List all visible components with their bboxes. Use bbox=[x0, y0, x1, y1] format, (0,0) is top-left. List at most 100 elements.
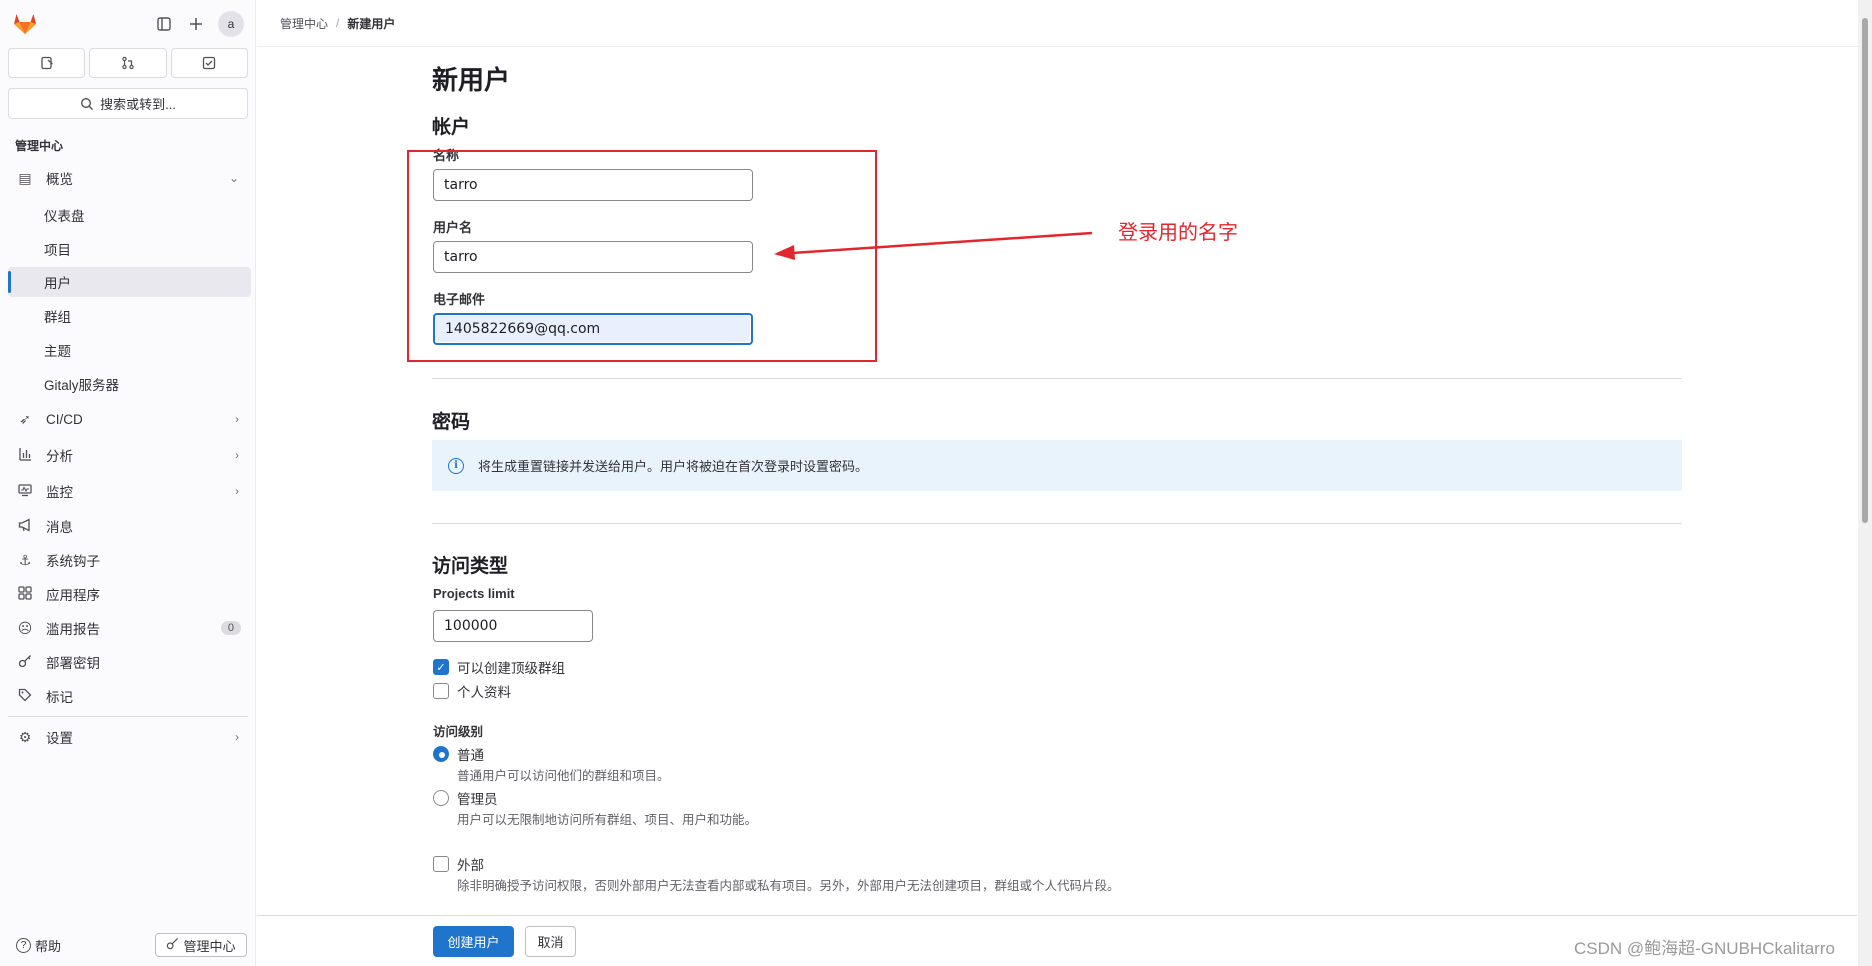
sidebar-item-deploy-keys[interactable]: 部署密钥 bbox=[8, 646, 251, 678]
sidebar-item-label: 分析 bbox=[46, 449, 73, 464]
projects-limit-label: Projects limit bbox=[433, 586, 515, 601]
sidebar-item-system-hooks[interactable]: ⚓ 系统钩子 bbox=[8, 544, 251, 576]
breadcrumb: 管理中心 / 新建用户 bbox=[257, 0, 1872, 47]
overview-icon: ▤ bbox=[18, 169, 32, 186]
sidebar-item-label: 部署密钥 bbox=[46, 656, 100, 671]
sidebar-item-cicd[interactable]: ➶ CI/CD › bbox=[8, 403, 251, 435]
megaphone-icon bbox=[16, 517, 34, 535]
todos-button[interactable] bbox=[170, 48, 248, 78]
external-checkbox[interactable]: 外部 bbox=[433, 854, 484, 874]
checkbox-unchecked-icon bbox=[433, 683, 449, 699]
sidebar-item-label: 应用程序 bbox=[46, 588, 100, 603]
sidebar-item-labels[interactable]: 标记 bbox=[8, 680, 251, 712]
radio-label: 普通 bbox=[457, 748, 484, 763]
sidebar-quick-actions bbox=[8, 48, 248, 78]
scrollbar-thumb[interactable] bbox=[1862, 18, 1868, 523]
access-level-label: 访问级别 bbox=[433, 725, 484, 739]
section-divider bbox=[432, 378, 1682, 379]
radio-label: 管理员 bbox=[457, 792, 498, 807]
sidebar-item-label: 主题 bbox=[44, 344, 71, 359]
chevron-right-icon: › bbox=[235, 448, 239, 462]
help-label: 帮助 bbox=[35, 939, 62, 954]
checkbox-checked-icon: ✓ bbox=[433, 659, 449, 675]
password-section-title: 密码 bbox=[432, 412, 471, 433]
sidebar-item-label: 群组 bbox=[44, 310, 71, 325]
sidebar-item-overview[interactable]: ▤ 概览 ⌄ bbox=[8, 162, 251, 194]
sidebar-item-label: 设置 bbox=[46, 731, 73, 746]
info-icon: i bbox=[448, 457, 464, 474]
key-icon bbox=[16, 654, 34, 671]
watermark: CSDN @鲍海超-GNUBHCkalitarro bbox=[1574, 939, 1835, 958]
chart-icon bbox=[16, 447, 34, 464]
admin-area-label: 管理中心 bbox=[183, 938, 236, 954]
page-scrollbar[interactable] bbox=[1858, 0, 1872, 966]
gitlab-logo-icon[interactable] bbox=[12, 10, 38, 36]
create-user-button[interactable]: 创建用户 bbox=[433, 926, 514, 957]
radio-selected-icon bbox=[433, 746, 449, 762]
breadcrumb-admin-link[interactable]: 管理中心 bbox=[280, 15, 328, 32]
breadcrumb-current[interactable]: 新建用户 bbox=[347, 15, 395, 32]
collapse-sidebar-icon[interactable] bbox=[152, 12, 176, 36]
sidebar-item-topics[interactable]: 主题 bbox=[8, 335, 251, 365]
sidebar-item-label: 项目 bbox=[44, 243, 71, 258]
checkbox-unchecked-icon bbox=[433, 856, 449, 872]
sidebar-item-users[interactable]: 用户 bbox=[8, 267, 251, 297]
chevron-right-icon: › bbox=[235, 484, 239, 498]
password-info-alert: i 将生成重置链接并发送给用户。用户将被迫在首次登录时设置密码。 bbox=[432, 440, 1682, 491]
help-button[interactable]: ? 帮助 bbox=[16, 936, 61, 955]
sidebar-item-monitoring[interactable]: 监控 › bbox=[8, 475, 251, 507]
create-new-icon[interactable] bbox=[184, 12, 208, 36]
sidebar-item-settings[interactable]: ⚙ 设置 › bbox=[8, 721, 251, 753]
search-icon bbox=[81, 97, 94, 110]
sidebar-item-abuse-reports[interactable]: ☹ 滥用报告 0 bbox=[8, 612, 251, 644]
avatar[interactable]: a bbox=[218, 11, 244, 37]
access-level-regular-radio[interactable]: 普通 bbox=[433, 744, 484, 764]
password-alert-text: 将生成重置链接并发送给用户。用户将被迫在首次登录时设置密码。 bbox=[478, 459, 869, 474]
sidebar-item-messages[interactable]: 消息 bbox=[8, 510, 251, 542]
sidebar-divider bbox=[8, 716, 248, 717]
sidebar-item-dashboard[interactable]: 仪表盘 bbox=[8, 200, 251, 230]
issues-button[interactable] bbox=[8, 48, 86, 78]
sidebar-item-label: 用户 bbox=[44, 276, 71, 291]
external-help-text: 除非明确授予访问权限，否则外部用户无法查看内部或私有项目。另外，外部用户无法创建… bbox=[457, 879, 1120, 893]
account-section-title: 帐户 bbox=[432, 117, 471, 138]
sidebar-item-label: 系统钩子 bbox=[46, 554, 100, 569]
search-button[interactable]: 搜索或转到... bbox=[8, 88, 248, 119]
admin-area-button[interactable]: 管理中心 bbox=[155, 933, 247, 957]
sidebar-item-projects[interactable]: 项目 bbox=[8, 234, 251, 264]
help-icon: ? bbox=[16, 938, 31, 953]
sidebar-item-label: 滥用报告 bbox=[46, 622, 100, 637]
projects-limit-field[interactable]: 100000 bbox=[433, 610, 593, 642]
sidebar-item-label: 仪表盘 bbox=[44, 209, 85, 224]
merge-requests-button[interactable] bbox=[89, 48, 167, 78]
can-create-group-checkbox[interactable]: ✓ 可以创建顶级群组 bbox=[433, 657, 565, 677]
sidebar: a 搜索或转到... 管理中心 ▤ 概览 ⌄ 仪表盘 项目 用户 群组 主题 G… bbox=[0, 0, 256, 966]
page-title: 新用户 bbox=[432, 65, 511, 95]
sidebar-item-gitaly-servers[interactable]: Gitaly服务器 bbox=[8, 369, 251, 399]
section-divider bbox=[432, 523, 1682, 524]
cancel-button[interactable]: 取消 bbox=[525, 926, 576, 957]
abuse-icon: ☹ bbox=[17, 619, 33, 636]
chevron-down-icon: ⌄ bbox=[228, 171, 239, 185]
access-section-title: 访问类型 bbox=[432, 556, 509, 577]
chevron-right-icon: › bbox=[235, 412, 239, 426]
sidebar-item-label: Gitaly服务器 bbox=[44, 378, 120, 393]
sidebar-item-groups[interactable]: 群组 bbox=[8, 301, 251, 331]
private-profile-checkbox[interactable]: 个人资料 bbox=[433, 681, 511, 701]
radio-unselected-icon bbox=[433, 790, 449, 806]
sidebar-item-label: 监控 bbox=[46, 485, 73, 500]
sidebar-item-applications[interactable]: 应用程序 bbox=[8, 578, 251, 610]
search-label: 搜索或转到... bbox=[100, 97, 176, 112]
issues-icon bbox=[41, 56, 53, 70]
rocket-icon: ➶ bbox=[19, 410, 31, 427]
chevron-right-icon: › bbox=[235, 730, 239, 744]
access-level-admin-radio[interactable]: 管理员 bbox=[433, 788, 498, 808]
admin-help-text: 用户可以无限制地访问所有群组、项目、用户和功能。 bbox=[457, 813, 758, 827]
anchor-icon: ⚓ bbox=[18, 551, 32, 568]
sidebar-header: a bbox=[0, 0, 256, 46]
regular-help-text: 普通用户可以访问他们的群组和项目。 bbox=[457, 769, 670, 783]
sidebar-item-analytics[interactable]: 分析 › bbox=[8, 439, 251, 471]
checkbox-label: 可以创建顶级群组 bbox=[457, 661, 565, 676]
monitor-icon bbox=[16, 483, 34, 500]
sidebar-item-label: CI/CD bbox=[46, 411, 83, 427]
